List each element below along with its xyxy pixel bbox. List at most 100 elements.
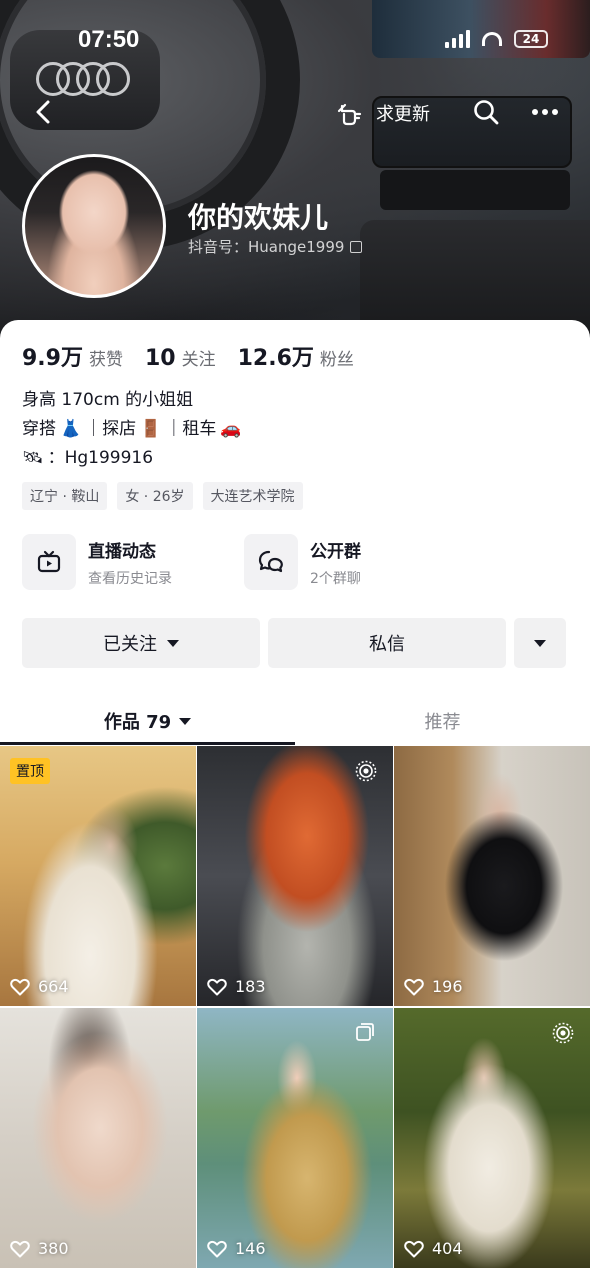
post-thumbnail[interactable]: 146 [197,1008,393,1268]
profile-header: 07:50 24 求更新 你的欢妹儿 抖音号：Huange1999 [0,0,590,340]
post-likes-count: 196 [432,977,463,996]
search-button[interactable] [472,98,500,126]
tag-school[interactable]: 大连艺术学院 [202,482,303,510]
more-actions-button[interactable] [514,618,566,668]
heart-icon [207,1240,227,1257]
heart-icon [404,978,424,995]
car-logo [36,62,132,96]
back-button[interactable] [26,94,62,130]
dash-screen-backdrop [372,0,590,58]
profile-features: 直播动态 查看历史记录 公开群 2个群聊 [22,534,444,590]
post-thumbnail[interactable]: 380 [0,1008,196,1268]
tv-icon [22,534,76,590]
search-icon [474,100,499,125]
stat-following[interactable]: 10 关注 [145,345,216,371]
tab-works[interactable]: 作品 79 [0,696,295,746]
stat-following-number: 10 [144,346,176,371]
pinned-badge: 置顶 [10,758,50,784]
bio-store-text: ｜探店 [85,419,137,439]
wifi-icon [482,32,502,46]
battery-icon: 24 [514,30,548,48]
post-likes: 664 [10,977,69,996]
request-update-label: 求更新 [376,104,430,125]
car-icon: 🚗 [220,419,242,439]
profile-stats: 9.9万 获赞 10 关注 12.6万 粉丝 [22,340,354,372]
active-tab-indicator [0,742,295,745]
followed-button[interactable]: 已关注 [22,618,260,668]
post-likes-count: 146 [235,1239,266,1258]
post-likes: 380 [10,1239,69,1258]
tab-works-label: 作品 79 [103,712,172,733]
satellite-icon: 🛰 [22,448,44,468]
avatar[interactable] [22,154,166,298]
tag-gender-age: 女 · 26岁 [117,482,193,510]
profile-tags: 辽宁 · 鞍山 女 · 26岁 大连艺术学院 [22,482,303,510]
status-icons: 24 [445,30,548,48]
stat-followers-number: 12.6万 [237,346,314,371]
tab-recommend-label: 推荐 [424,712,461,733]
post-likes: 196 [404,977,463,996]
stat-likes-number: 9.9万 [22,346,83,371]
stat-likes[interactable]: 9.9万 获赞 [22,340,123,372]
tab-recommend[interactable]: 推荐 [295,696,590,746]
bio-line-3: 🛰 ：Hg199916 [22,444,242,473]
post-thumbnail[interactable]: 404 [394,1008,590,1268]
bio-rental-text: ｜租车 [165,419,217,439]
followed-label: 已关注 [103,634,157,655]
post-likes: 146 [207,1239,266,1258]
post-thumbnail[interactable]: 置顶 664 [0,746,196,1006]
post-likes-count: 380 [38,1239,69,1258]
heart-icon [10,978,30,995]
post-thumbnail[interactable]: 196 [394,746,590,1006]
stat-followers[interactable]: 12.6万 粉丝 [238,340,354,372]
console-backdrop [380,170,570,210]
bio-line-1: 身高 170cm 的小姐姐 [22,390,194,410]
live-photo-icon [355,760,377,782]
post-likes: 183 [207,977,266,996]
stat-followers-label: 粉丝 [319,350,354,370]
bio-line-2: 穿搭 👗 ｜探店 🚪 ｜租车 🚗 [22,415,242,444]
message-button[interactable]: 私信 [268,618,506,668]
stat-following-label: 关注 [181,350,216,370]
profile-nickname: 你的欢妹儿 [188,201,329,234]
heart-icon [10,1240,30,1257]
feature-group-title: 公开群 [310,541,361,562]
more-menu-button[interactable] [532,98,562,126]
post-thumbnail[interactable]: 183 [197,746,393,1006]
feature-group-subtitle: 2个群聊 [310,570,361,587]
post-likes-count: 404 [432,1239,463,1258]
pointing-hand-icon [337,103,362,126]
message-label: 私信 [369,634,405,655]
bio-outfit-text: 穿搭 [22,419,56,439]
feature-live-subtitle: 查看历史记录 [88,570,172,587]
copy-icon[interactable] [350,240,363,253]
bio-contact-text: ：Hg199916 [47,448,154,468]
profile-bio: 身高 170cm 的小姐姐 穿搭 👗 ｜探店 🚪 ｜租车 🚗 🛰 ：Hg1999… [22,386,242,473]
multi-image-icon [356,1023,374,1041]
feature-live-updates[interactable]: 直播动态 查看历史记录 [22,534,222,590]
post-likes-count: 183 [235,977,266,996]
chat-bubbles-icon [244,534,298,590]
caret-down-icon [167,639,179,647]
back-arrow-icon [36,100,50,124]
signal-icon [445,30,470,48]
stat-likes-label: 获赞 [88,350,123,370]
live-photo-icon [552,1022,574,1044]
posts-grid: 置顶 664 183 196 380 146 404 [0,746,590,1268]
caret-down-icon [179,717,192,725]
post-likes-count: 664 [38,977,69,996]
heart-icon [207,978,227,995]
request-update-button[interactable]: 求更新 [336,98,430,128]
caret-down-icon [534,639,546,647]
heart-icon [404,1240,424,1257]
feature-public-group[interactable]: 公开群 2个群聊 [244,534,444,590]
douyin-id[interactable]: 抖音号：Huange1999 [188,236,363,257]
status-time: 07:50 [78,26,140,53]
post-likes: 404 [404,1239,463,1258]
content-tabs: 作品 79 推荐 [0,696,590,746]
feature-live-title: 直播动态 [88,541,156,562]
door-icon: 🚪 [140,419,162,439]
tag-location: 辽宁 · 鞍山 [22,482,108,510]
dress-icon: 👗 [60,419,82,439]
douyin-id-text: 抖音号：Huange1999 [188,238,345,256]
